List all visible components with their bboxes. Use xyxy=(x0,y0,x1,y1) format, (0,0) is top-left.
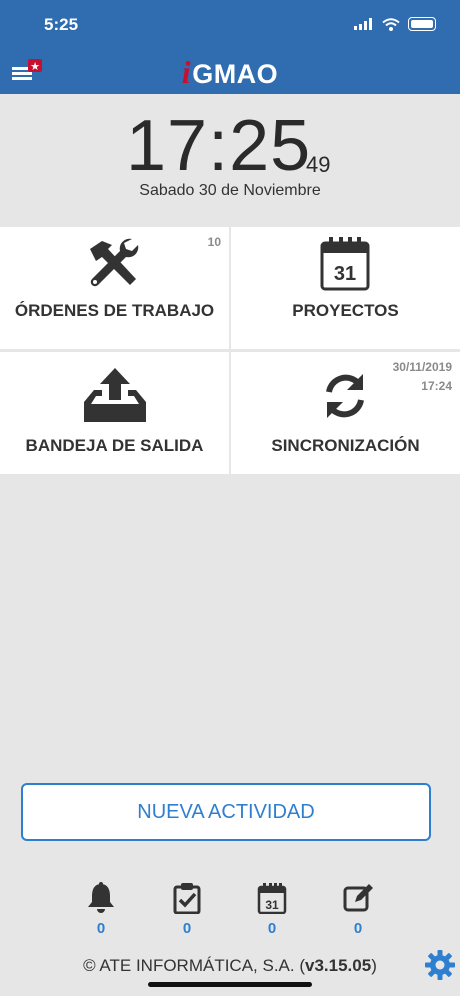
calendar-small-icon: 31 xyxy=(257,883,287,914)
app-header: ★ iGMAO xyxy=(0,50,460,94)
tools-icon xyxy=(90,238,139,287)
notifications-count: 0 xyxy=(96,920,106,937)
proyectos-label: PROYECTOS xyxy=(292,301,399,320)
calendar-day: 31 xyxy=(334,263,356,285)
tile-ordenes-de-trabajo[interactable]: 10 ÓRDENES DE TRABAJO xyxy=(0,227,229,349)
sincronizacion-label: SINCRONIZACIÓN xyxy=(271,436,420,455)
tile-proyectos[interactable]: 31 PROYECTOS xyxy=(231,227,460,349)
signal-icon xyxy=(354,18,372,30)
footer-copyright-text: © ATE INFORMÁTICA, S.A. ( xyxy=(83,956,306,975)
clock-panel: 17:25 49 Sabado 30 de Noviembre xyxy=(0,94,460,224)
logo-i: i xyxy=(181,54,192,90)
status-time: 5:25 xyxy=(44,15,79,34)
calendar-icon: 31 xyxy=(320,237,370,291)
counter-edits[interactable]: 0 xyxy=(338,882,378,937)
sync-last-date: 30/11/2019 xyxy=(392,360,452,374)
edit-icon xyxy=(343,884,373,912)
wifi-icon xyxy=(382,17,400,31)
bell-icon xyxy=(88,882,114,913)
counter-notifications[interactable]: 0 xyxy=(81,882,121,937)
calendar-count: 0 xyxy=(267,920,277,937)
sync-last-time: 17:24 xyxy=(421,379,452,393)
app-version: v3.15.05 xyxy=(305,956,372,975)
logo-text: GMAO xyxy=(192,59,279,89)
sync-last-badge: 30/11/2019 17:24 xyxy=(393,358,452,396)
nueva-actividad-button[interactable]: NUEVA ACTIVIDAD xyxy=(21,783,431,841)
clock-seconds: 49 xyxy=(306,152,331,177)
status-icons xyxy=(354,17,436,31)
counter-tasks[interactable]: 0 xyxy=(167,882,207,937)
bandeja-label: BANDEJA DE SALIDA xyxy=(25,436,204,455)
footer-close-paren: ) xyxy=(371,956,377,975)
settings-gear-icon[interactable] xyxy=(425,950,455,980)
ordenes-count-badge: 10 xyxy=(207,235,221,249)
counter-calendar[interactable]: 31 0 xyxy=(252,882,292,937)
edits-count: 0 xyxy=(353,920,363,937)
tasks-count: 0 xyxy=(182,920,192,937)
sync-icon xyxy=(326,374,364,418)
status-bar: 5:25 xyxy=(0,0,460,50)
tile-sincronizacion[interactable]: 30/11/2019 17:24 SINCRONIZACIÓN xyxy=(231,352,460,474)
calendar-small-day: 31 xyxy=(265,898,279,912)
app-logo: iGMAO xyxy=(0,54,460,91)
tile-bandeja-de-salida[interactable]: BANDEJA DE SALIDA xyxy=(0,352,229,474)
footer-copyright: © ATE INFORMÁTICA, S.A. (v3.15.05) xyxy=(0,956,460,976)
clock-hours-minutes: 17:25 xyxy=(126,106,312,186)
home-indicator xyxy=(148,982,312,987)
clock-date: Sabado 30 de Noviembre xyxy=(139,182,321,199)
outbox-upload-icon xyxy=(84,368,146,422)
ordenes-label: ÓRDENES DE TRABAJO xyxy=(14,301,215,320)
clipboard-check-icon xyxy=(173,883,201,914)
battery-icon xyxy=(408,17,436,31)
